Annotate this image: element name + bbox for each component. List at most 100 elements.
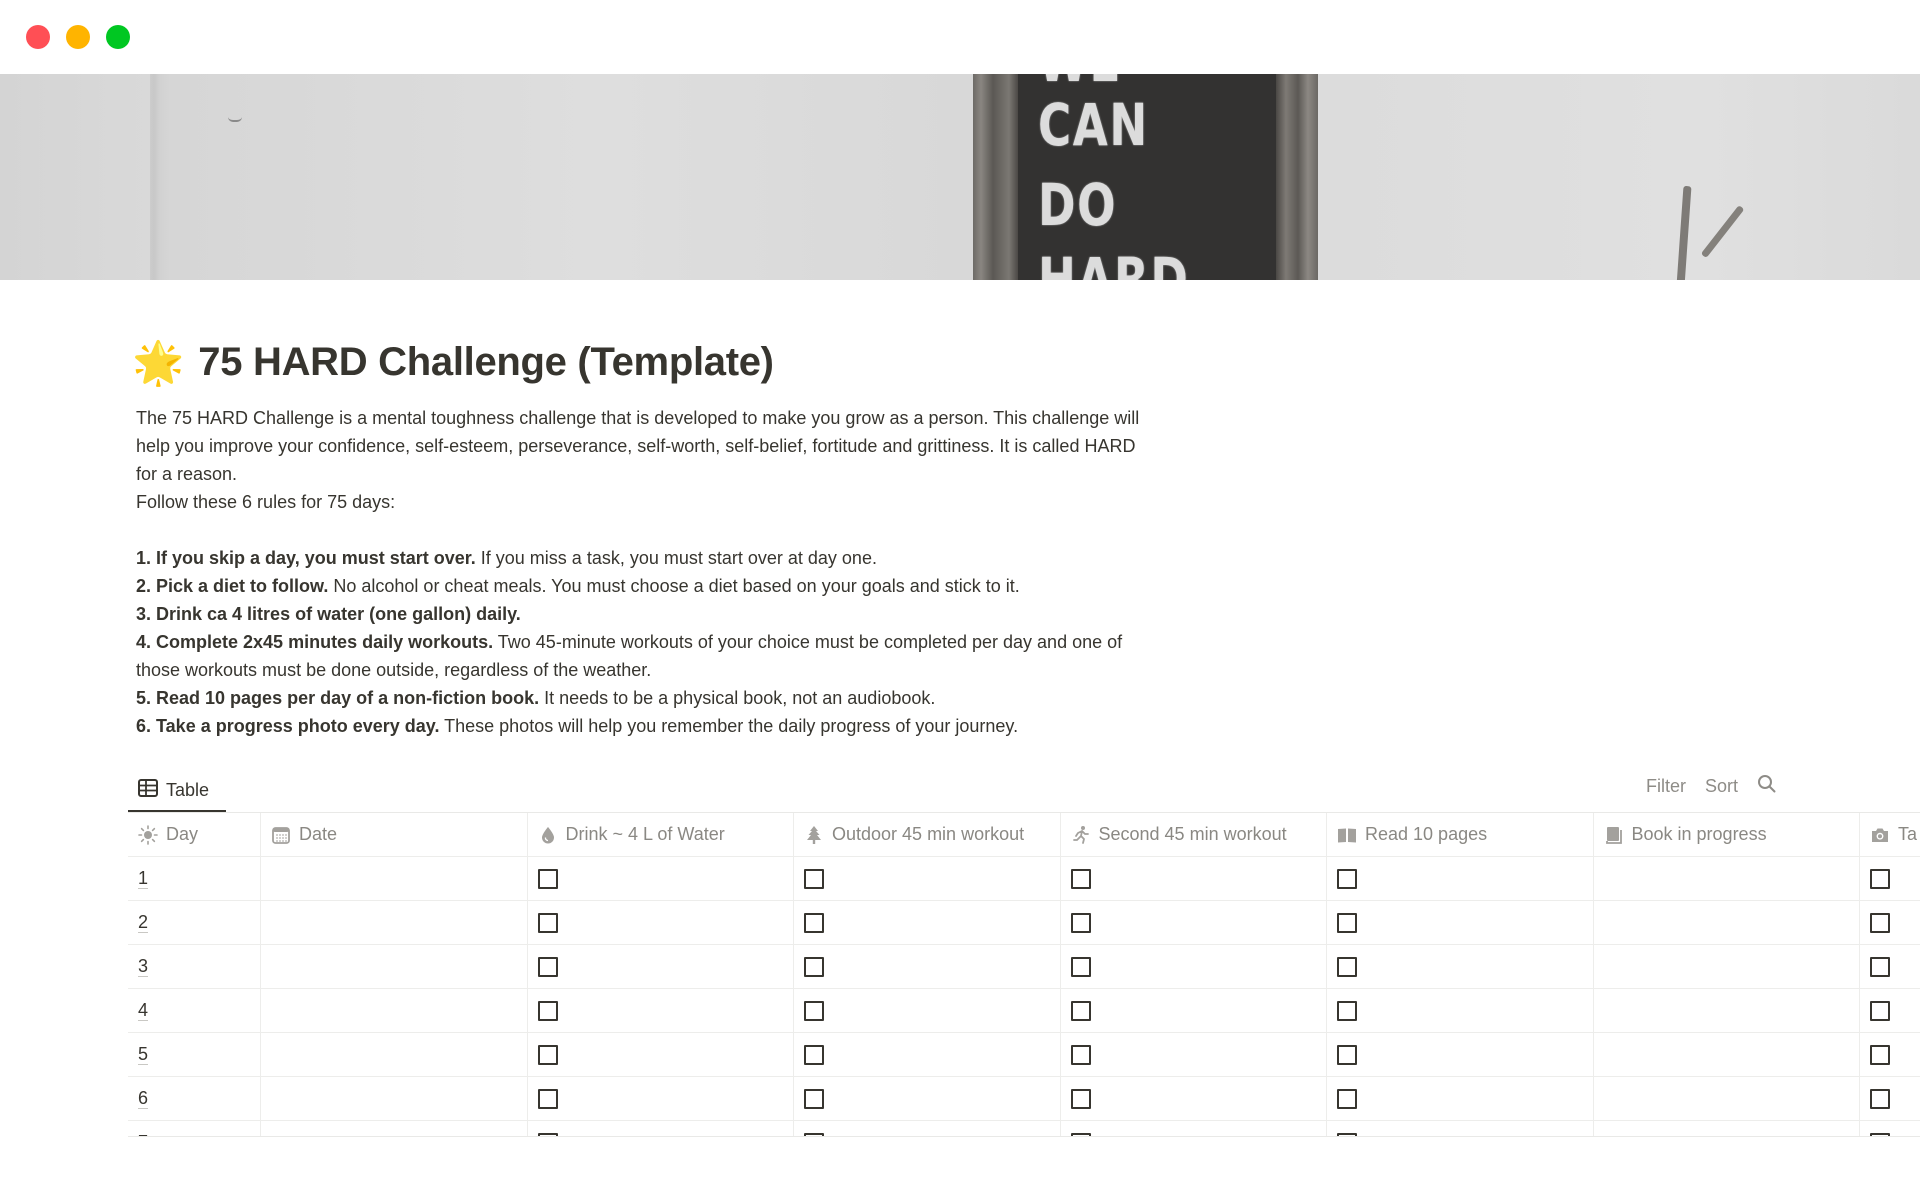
checkbox-cell[interactable] — [528, 1121, 794, 1136]
checkbox[interactable] — [537, 912, 558, 933]
checkbox-cell[interactable] — [528, 1077, 794, 1120]
checkbox[interactable] — [1337, 1000, 1357, 1021]
sort-button[interactable]: Sort — [1705, 776, 1738, 797]
checkbox[interactable] — [537, 1000, 558, 1021]
checkbox-cell[interactable] — [528, 989, 794, 1032]
checkbox-cell[interactable] — [1327, 1077, 1594, 1120]
day-number[interactable]: 3 — [138, 956, 149, 977]
checkbox[interactable] — [537, 1132, 558, 1136]
book-in-progress-cell[interactable] — [1594, 1033, 1860, 1076]
checkbox-cell[interactable] — [1061, 1077, 1327, 1120]
checkbox-cell[interactable] — [1327, 857, 1594, 900]
checkbox[interactable] — [1070, 1132, 1091, 1136]
day-number[interactable]: 6 — [138, 1088, 149, 1109]
checkbox[interactable] — [1070, 912, 1091, 933]
checkbox[interactable] — [1337, 868, 1357, 889]
checkbox-cell[interactable] — [1327, 1033, 1594, 1076]
checkbox[interactable] — [537, 1044, 558, 1065]
book-in-progress-cell[interactable] — [1594, 901, 1860, 944]
column-header[interactable]: Ta — [1860, 813, 1920, 856]
checkbox-cell[interactable] — [1860, 1121, 1920, 1136]
checkbox-cell[interactable] — [1860, 857, 1920, 900]
checkbox[interactable] — [804, 1000, 824, 1021]
date-cell[interactable] — [261, 1077, 528, 1120]
book-in-progress-cell[interactable] — [1594, 1121, 1860, 1136]
checkbox-cell[interactable] — [794, 857, 1061, 900]
checkbox[interactable] — [1870, 1132, 1890, 1136]
checkbox-cell[interactable] — [1061, 857, 1327, 900]
date-cell[interactable] — [261, 945, 528, 988]
book-in-progress-cell[interactable] — [1594, 1077, 1860, 1120]
glowing-star-icon[interactable]: 🌟 — [132, 341, 184, 384]
checkbox[interactable] — [804, 1132, 824, 1136]
checkbox-cell[interactable] — [1327, 1121, 1594, 1136]
checkbox[interactable] — [804, 868, 824, 889]
date-cell[interactable] — [261, 857, 528, 900]
page-title-text[interactable]: 75 HARD Challenge (Template) — [198, 340, 774, 385]
checkbox-cell[interactable] — [1327, 901, 1594, 944]
checkbox-cell[interactable] — [528, 1033, 794, 1076]
date-cell[interactable] — [261, 1121, 528, 1136]
table-row[interactable]: 5 — [128, 1033, 1920, 1077]
book-in-progress-cell[interactable] — [1594, 945, 1860, 988]
table-row[interactable]: 7 — [128, 1121, 1920, 1136]
column-header[interactable]: Second 45 min workout — [1061, 813, 1327, 856]
checkbox[interactable] — [1870, 912, 1890, 933]
column-header[interactable]: Date — [261, 813, 528, 856]
checkbox[interactable] — [804, 1088, 824, 1109]
zoom-window-button[interactable] — [106, 25, 130, 49]
day-cell[interactable]: 2 — [128, 901, 261, 944]
table-row[interactable]: 6 — [128, 1077, 1920, 1121]
checkbox[interactable] — [1070, 1088, 1091, 1109]
checkbox-cell[interactable] — [794, 945, 1061, 988]
checkbox-cell[interactable] — [528, 901, 794, 944]
checkbox-cell[interactable] — [1061, 945, 1327, 988]
checkbox[interactable] — [1070, 1044, 1091, 1065]
day-cell[interactable]: 5 — [128, 1033, 261, 1076]
checkbox-cell[interactable] — [794, 1077, 1061, 1120]
checkbox[interactable] — [1070, 1000, 1091, 1021]
checkbox-cell[interactable] — [1061, 989, 1327, 1032]
checkbox-cell[interactable] — [1327, 945, 1594, 988]
checkbox[interactable] — [1337, 1044, 1357, 1065]
checkbox[interactable] — [1337, 912, 1357, 933]
filter-button[interactable]: Filter — [1646, 776, 1686, 797]
checkbox[interactable] — [1070, 868, 1091, 889]
table-row[interactable]: 2 — [128, 901, 1920, 945]
column-header[interactable]: Drink ~ 4 L of Water — [528, 813, 794, 856]
search-icon[interactable] — [1757, 774, 1776, 798]
column-header[interactable]: Read 10 pages — [1327, 813, 1594, 856]
checkbox[interactable] — [1870, 956, 1890, 977]
day-cell[interactable]: 3 — [128, 945, 261, 988]
date-cell[interactable] — [261, 989, 528, 1032]
checkbox[interactable] — [1870, 1044, 1890, 1065]
date-cell[interactable] — [261, 901, 528, 944]
day-number[interactable]: 2 — [138, 912, 149, 933]
day-number[interactable]: 4 — [138, 1000, 149, 1021]
date-cell[interactable] — [261, 1033, 528, 1076]
book-in-progress-cell[interactable] — [1594, 857, 1860, 900]
day-cell[interactable]: 1 — [128, 857, 261, 900]
column-header[interactable]: Book in progress — [1594, 813, 1860, 856]
checkbox-cell[interactable] — [794, 901, 1061, 944]
checkbox-cell[interactable] — [794, 1033, 1061, 1076]
checkbox[interactable] — [1070, 956, 1091, 977]
table-row[interactable]: 3 — [128, 945, 1920, 989]
checkbox[interactable] — [1337, 956, 1357, 977]
checkbox[interactable] — [537, 868, 558, 889]
day-cell[interactable]: 7 — [128, 1121, 261, 1136]
checkbox[interactable] — [804, 1044, 824, 1065]
minimize-window-button[interactable] — [66, 25, 90, 49]
checkbox-cell[interactable] — [1860, 945, 1920, 988]
column-header[interactable]: Outdoor 45 min workout — [794, 813, 1061, 856]
checkbox-cell[interactable] — [794, 989, 1061, 1032]
checkbox-cell[interactable] — [528, 945, 794, 988]
checkbox[interactable] — [1337, 1132, 1357, 1136]
checkbox[interactable] — [804, 912, 824, 933]
day-cell[interactable]: 4 — [128, 989, 261, 1032]
checkbox-cell[interactable] — [794, 1121, 1061, 1136]
table-row[interactable]: 4 — [128, 989, 1920, 1033]
checkbox-cell[interactable] — [1061, 1033, 1327, 1076]
day-number[interactable]: 5 — [138, 1044, 149, 1065]
book-in-progress-cell[interactable] — [1594, 989, 1860, 1032]
